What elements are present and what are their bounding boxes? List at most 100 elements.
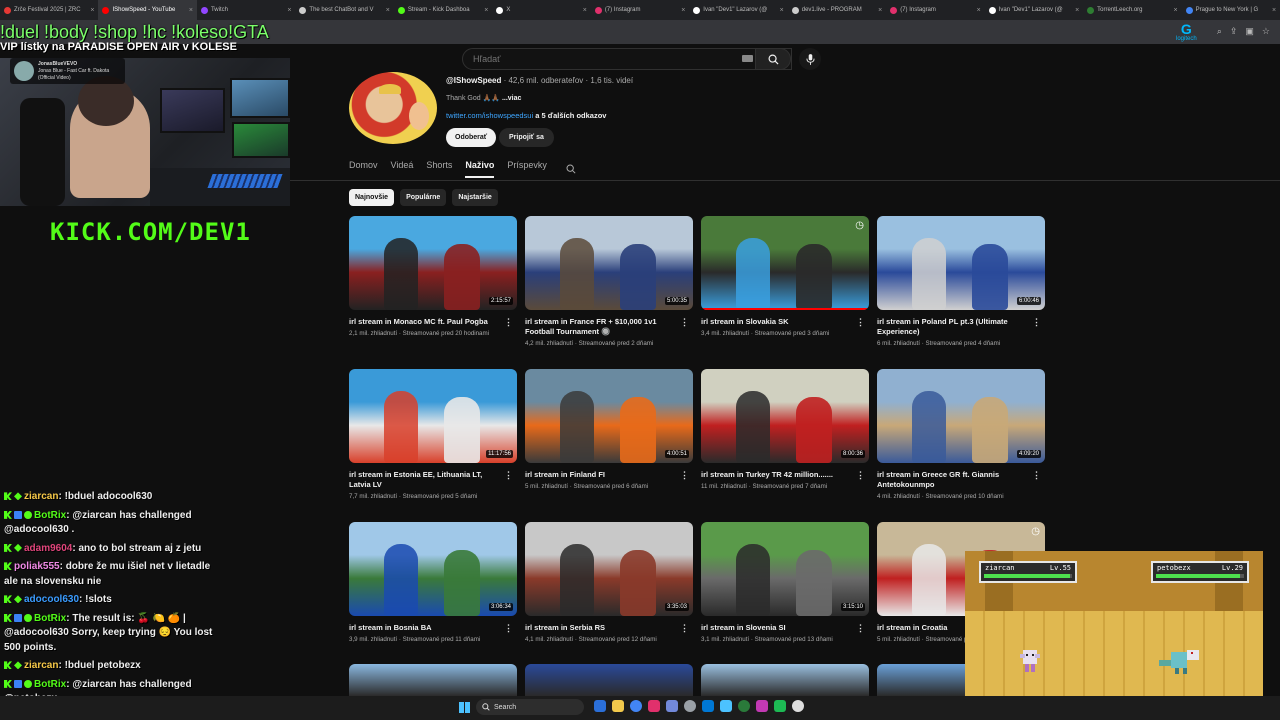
video-thumbnail[interactable]: 5:00:35 (525, 216, 693, 310)
taskbar-app-icon[interactable] (594, 700, 606, 712)
browser-tab[interactable]: Ivan "Dev1" Lazarov (@ × (689, 0, 787, 20)
taskbar-app-icon[interactable] (648, 700, 660, 712)
video-title[interactable]: irl stream in Bosnia BA (349, 623, 499, 633)
video-thumbnail[interactable]: 3:15:10 (701, 522, 869, 616)
close-tab-icon[interactable]: × (1272, 7, 1276, 14)
more-options-icon[interactable]: ⋮ (856, 470, 865, 481)
video-title[interactable]: irl stream in Monaco MC ft. Paul Pogba (349, 317, 499, 327)
video-card[interactable]: 4:00:51 irl stream in Finland FI 5 mil. zh… (525, 369, 693, 490)
more-options-icon[interactable]: ⋮ (504, 317, 513, 328)
chat-username[interactable]: ziarcan (24, 660, 58, 671)
channel-handle[interactable]: @IShowSpeed (446, 76, 501, 85)
bookmark-star-icon[interactable]: ☆ (1262, 26, 1270, 37)
taskbar-app-icon[interactable] (630, 700, 642, 712)
video-thumbnail[interactable] (349, 664, 517, 696)
video-thumbnail[interactable]: 3:06:34 (349, 522, 517, 616)
close-tab-icon[interactable]: × (189, 7, 193, 14)
video-card[interactable]: 11:17:56 irl stream in Estonia EE, Lithua… (349, 369, 517, 500)
channel-description[interactable]: Thank God 🙏🏾🙏🏾 ...viac (446, 94, 521, 102)
chat-username[interactable]: BotRix (34, 510, 66, 521)
sort-chip[interactable]: Najnovšie (349, 189, 395, 206)
video-title[interactable]: irl stream in Slovakia SK (701, 317, 851, 327)
tab-domov[interactable]: Domov (349, 160, 378, 178)
channel-link[interactable]: twitter.com/ishowspeedsui (446, 111, 533, 120)
tab-videá[interactable]: Videá (391, 160, 414, 178)
video-title[interactable]: irl stream in Greece GR ft. Giannis Ante… (877, 470, 1027, 490)
more-options-icon[interactable]: ⋮ (504, 623, 513, 634)
taskbar-app-icon[interactable] (792, 700, 804, 712)
watch-later-icon[interactable]: ◷ (1031, 526, 1040, 537)
browser-tab[interactable]: (7) Instagram × (591, 0, 689, 20)
video-thumbnail[interactable]: 2:15:57 (349, 216, 517, 310)
taskbar-app-icon[interactable] (756, 700, 768, 712)
subscribe-button[interactable]: Odoberať (446, 128, 497, 147)
tab-naživo[interactable]: Naživo (465, 160, 495, 178)
close-tab-icon[interactable]: × (386, 7, 390, 14)
close-tab-icon[interactable]: × (287, 7, 291, 14)
chat-username[interactable]: adocool630 (24, 594, 79, 605)
browser-tab[interactable]: TorrentLeech.org × (1083, 0, 1181, 20)
chat-username[interactable]: poliak555 (14, 561, 60, 572)
voice-search-button[interactable] (799, 48, 821, 70)
close-tab-icon[interactable]: × (484, 7, 488, 14)
taskbar-app-icon[interactable] (738, 700, 750, 712)
watch-later-icon[interactable]: ◷ (855, 220, 864, 231)
video-thumbnail[interactable] (525, 664, 693, 696)
extension-icon[interactable]: ▣ (1245, 26, 1254, 37)
video-thumbnail[interactable]: 3:35:03 (525, 522, 693, 616)
chat-username[interactable]: BotRix (34, 679, 66, 690)
browser-tab[interactable]: Stream - Kick Dashboa × (394, 0, 492, 20)
browser-tab[interactable]: dev1.live - PROGRAM × (788, 0, 886, 20)
browser-tab[interactable]: Twitch × (197, 0, 295, 20)
browser-tab[interactable]: Ivan "Dev1" Lazarov (@ × (985, 0, 1083, 20)
keyboard-icon[interactable] (742, 55, 753, 62)
close-tab-icon[interactable]: × (1174, 7, 1178, 14)
windows-start-icon[interactable] (459, 702, 470, 713)
more-options-icon[interactable]: ⋮ (1032, 470, 1041, 481)
more-options-icon[interactable]: ⋮ (504, 470, 513, 481)
video-title[interactable]: irl stream in Turkey TR 42 million......… (701, 470, 851, 480)
video-card[interactable]: 3:35:03 irl stream in Serbia RS 4,1 mil. z… (525, 522, 693, 643)
video-card[interactable]: 3:06:34 irl stream in Bosnia BA 3,9 mil. z… (349, 522, 517, 643)
search-input[interactable] (473, 54, 733, 64)
more-options-icon[interactable]: ⋮ (1032, 317, 1041, 328)
video-thumbnail[interactable]: 6:00:46 (877, 216, 1045, 310)
channel-search-button[interactable] (566, 161, 576, 179)
video-title[interactable]: irl stream in Serbia RS (525, 623, 675, 633)
zoom-icon[interactable]: ⌕ (1217, 26, 1222, 37)
taskbar-search[interactable]: Search (476, 699, 584, 715)
channel-avatar[interactable] (349, 72, 437, 144)
taskbar-app-icon[interactable] (684, 700, 696, 712)
browser-tab[interactable]: Zrče Festival 2025 | ZRC × (0, 0, 98, 20)
video-thumbnail[interactable]: ◷ (701, 216, 869, 310)
taskbar-app-icon[interactable] (666, 700, 678, 712)
more-options-icon[interactable]: ⋮ (856, 317, 865, 328)
more-options-icon[interactable]: ⋮ (680, 470, 689, 481)
close-tab-icon[interactable]: × (90, 7, 94, 14)
video-title[interactable]: irl stream in Slovenia SI (701, 623, 851, 633)
taskbar-app-icon[interactable] (702, 700, 714, 712)
close-tab-icon[interactable]: × (878, 7, 882, 14)
tab-príspevky[interactable]: Príspevky (507, 160, 547, 178)
chat-username[interactable]: adam9604 (24, 543, 72, 554)
close-tab-icon[interactable]: × (681, 7, 685, 14)
more-options-icon[interactable]: ⋮ (856, 623, 865, 634)
video-card[interactable]: 6:00:46 irl stream in Poland PL pt.3 (Ult… (877, 216, 1045, 347)
search-box[interactable] (462, 48, 792, 70)
browser-tab[interactable]: The best ChatBot and V × (295, 0, 393, 20)
video-card[interactable]: 8:00:36 irl stream in Turkey TR 42 millio… (701, 369, 869, 490)
taskbar-app-icon[interactable] (612, 700, 624, 712)
taskbar-app-icon[interactable] (774, 700, 786, 712)
more-links[interactable]: a 5 ďalších odkazov (533, 111, 606, 120)
sort-chip[interactable]: Populárne (400, 189, 447, 206)
close-tab-icon[interactable]: × (583, 7, 587, 14)
video-thumbnail[interactable] (701, 664, 869, 696)
video-title[interactable]: irl stream in Estonia EE, Lithuania LT, … (349, 470, 499, 490)
more-link[interactable]: ...viac (502, 95, 521, 102)
video-card[interactable]: 4:09:20 irl stream in Greece GR ft. Giann… (877, 369, 1045, 500)
browser-tab[interactable]: Prague to New York | G × (1182, 0, 1280, 20)
browser-tab[interactable]: (7) Instagram × (886, 0, 984, 20)
video-thumbnail[interactable]: 4:09:20 (877, 369, 1045, 463)
chat-username[interactable]: ziarcan (24, 491, 58, 502)
more-options-icon[interactable]: ⋮ (680, 623, 689, 634)
